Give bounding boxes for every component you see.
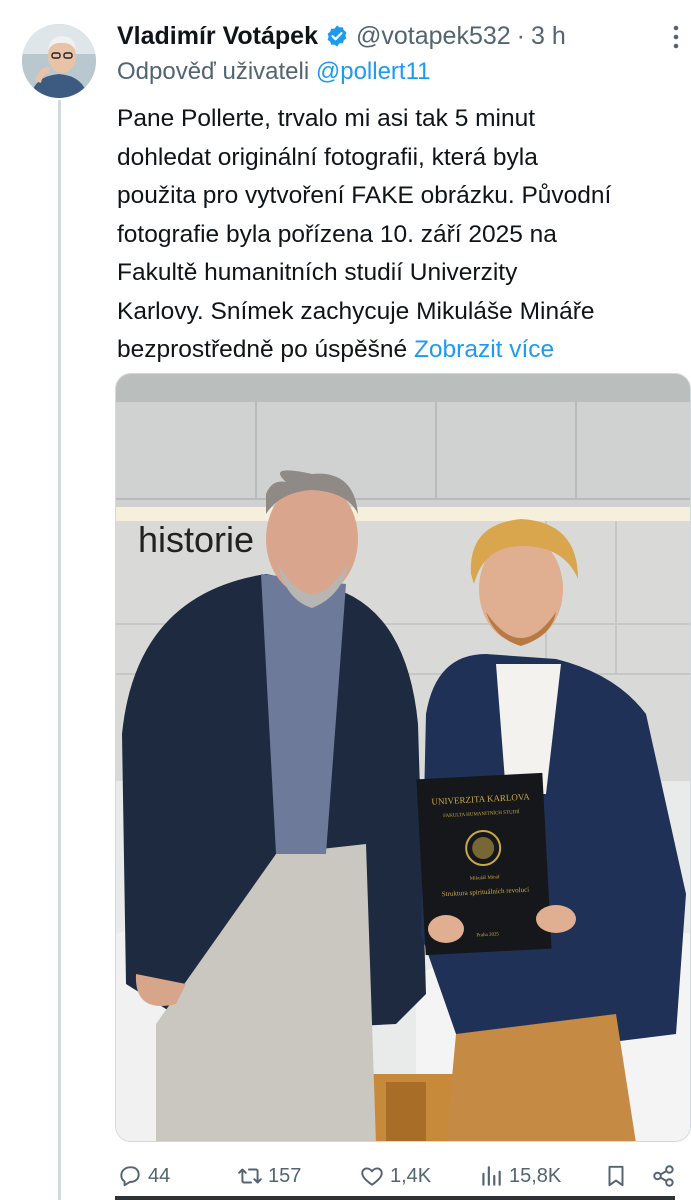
author-name[interactable]: Vladimír Votápek: [117, 22, 318, 51]
bookmark-button[interactable]: [603, 1156, 634, 1196]
reply-context: Odpověď uživateli @pollert11: [117, 58, 431, 86]
repost-icon: [238, 1168, 262, 1184]
tweet-text: Pane Pollerte, trvalo mi asi tak 5 minut…: [117, 100, 677, 370]
bottom-divider: [115, 1196, 675, 1200]
views-chart-icon: [482, 1166, 501, 1186]
views-button[interactable]: 15,8K: [478, 1156, 561, 1196]
reply-prefix: Odpověď uživateli: [117, 58, 310, 85]
thread-line: [58, 100, 61, 1200]
repost-count: 157: [268, 1164, 302, 1187]
wall-sign-text: historie: [138, 519, 254, 560]
share-button[interactable]: [651, 1156, 682, 1196]
timestamp[interactable]: 3 h: [531, 22, 566, 51]
reply-mention-link[interactable]: @pollert11: [316, 58, 431, 85]
like-count: 1,4K: [390, 1164, 432, 1187]
reply-icon: [120, 1166, 140, 1187]
repost-button[interactable]: 157: [237, 1156, 301, 1196]
reply-button[interactable]: 44: [117, 1156, 170, 1196]
tweet-text-line: Karlovy. Snímek zachycuje Mikuláše Minář…: [117, 297, 595, 325]
tweet-text-line-last: bezprostředně po úspěšné Zobrazit více: [117, 331, 677, 370]
verified-badge-icon: [327, 25, 347, 47]
more-options-icon[interactable]: [664, 22, 688, 52]
tweet-text-line: dohledat originální fotografii, která by…: [117, 143, 538, 171]
tweet-text-line: Pane Pollerte, trvalo mi asi tak 5 minut: [117, 105, 536, 132]
like-button[interactable]: 1,4K: [359, 1156, 431, 1196]
tweet-photo[interactable]: historie UNIVERZITA KARLOVA FAKULTA HUMA…: [115, 373, 691, 1142]
avatar[interactable]: [22, 24, 96, 98]
tweet-text-line: fotografie byla pořízena 10. září 2025 n…: [117, 220, 557, 248]
reply-count: 44: [148, 1164, 171, 1187]
bookmark-icon: [608, 1165, 624, 1187]
share-icon: [653, 1165, 674, 1187]
tweet-text-line: použita pro vytvoření FAKE obrázku. Půvo…: [117, 182, 612, 209]
views-count: 15,8K: [509, 1164, 562, 1187]
heart-icon: [361, 1167, 383, 1186]
tweet-header: Vladimír Votápek @votapek532 · 3 h: [117, 18, 566, 54]
show-more-link[interactable]: Zobrazit více: [414, 336, 554, 363]
action-bar: 44 157 1,4K 15,8K: [117, 1156, 691, 1196]
tweet-text-line: Fakultě humanitních studií Univerzity: [117, 259, 518, 286]
author-handle[interactable]: @votapek532: [356, 22, 511, 51]
separator-dot: ·: [516, 21, 525, 50]
tweet-text-tail: bezprostředně po úspěšné: [117, 336, 408, 363]
